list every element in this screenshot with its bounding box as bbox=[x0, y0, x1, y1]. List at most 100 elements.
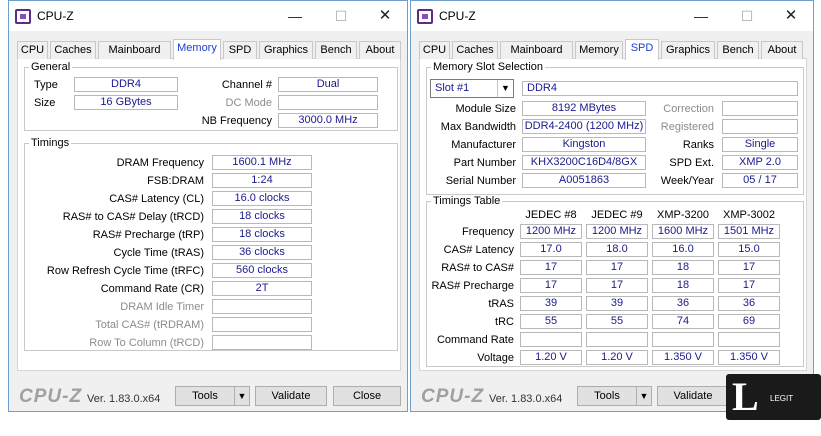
timings-row-label: RAS# Precharge bbox=[431, 280, 514, 292]
timings-cell: 18 bbox=[652, 278, 714, 293]
tab-mainboard[interactable]: Mainboard bbox=[500, 41, 573, 59]
bottom-bar: CPU-Z Ver. 1.83.0.x64 Tools ▼ Validate C… bbox=[9, 373, 407, 411]
close-icon[interactable]: ✕ bbox=[373, 7, 397, 25]
week-year-label: Week/Year bbox=[660, 175, 714, 187]
tools-dropdown-arrow-icon[interactable]: ▼ bbox=[636, 386, 652, 406]
tab-caches[interactable]: Caches bbox=[50, 41, 96, 59]
timing-value: 1600.1 MHz bbox=[212, 155, 312, 170]
timings-cell: 1501 MHz bbox=[718, 224, 780, 239]
title-bar[interactable]: CPU-Z — ☐ ✕ bbox=[9, 1, 407, 31]
timings-cell: 74 bbox=[652, 314, 714, 329]
timings-cell: 1.350 V bbox=[718, 350, 780, 365]
column-header: JEDEC #9 bbox=[591, 209, 643, 221]
timings-cell: 17 bbox=[586, 260, 648, 275]
validate-button[interactable]: Validate bbox=[255, 386, 327, 406]
minimize-icon[interactable]: — bbox=[283, 7, 307, 25]
tab-memory[interactable]: Memory bbox=[575, 41, 623, 59]
timings-cell: 69 bbox=[718, 314, 780, 329]
tab-bench[interactable]: Bench bbox=[717, 41, 759, 59]
timings-cell: 15.0 bbox=[718, 242, 780, 257]
timing-value: 2T bbox=[212, 281, 312, 296]
timings-cell: 39 bbox=[520, 296, 582, 311]
week-year-value: 05 / 17 bbox=[722, 173, 798, 188]
title-bar[interactable]: CPU-Z — ☐ ✕ bbox=[411, 1, 813, 31]
timing-label: DRAM Frequency bbox=[116, 157, 204, 169]
tools-button[interactable]: Tools bbox=[175, 386, 235, 406]
tab-about[interactable]: About bbox=[761, 41, 803, 59]
timing-value: 18 clocks bbox=[212, 227, 312, 242]
manufacturer-value: Kingston bbox=[522, 137, 646, 152]
timings-cell: 1200 MHz bbox=[520, 224, 582, 239]
timings-cell bbox=[586, 332, 648, 347]
spd-type-value: DDR4 bbox=[522, 81, 798, 96]
ranks-value: Single bbox=[722, 137, 798, 152]
timing-value bbox=[212, 317, 312, 332]
timing-value: 1:24 bbox=[212, 173, 312, 188]
part-number-value: KHX3200C16D4/8GX bbox=[522, 155, 646, 170]
spd-ext-value: XMP 2.0 bbox=[722, 155, 798, 170]
logo-subtext: LEGIT bbox=[770, 394, 794, 403]
timing-label: RAS# to CAS# Delay (tRCD) bbox=[62, 211, 204, 223]
cpuz-brand-logo: CPU-Z bbox=[19, 386, 83, 407]
tab-graphics[interactable]: Graphics bbox=[661, 41, 715, 59]
tab-cpu[interactable]: CPU bbox=[419, 41, 450, 59]
timings-cell: 17 bbox=[718, 260, 780, 275]
nb-frequency-label: NB Frequency bbox=[201, 115, 272, 127]
tab-graphics[interactable]: Graphics bbox=[259, 41, 313, 59]
slot-select[interactable]: Slot #1 ▼ bbox=[430, 79, 514, 98]
timings-row-label: tRC bbox=[495, 316, 514, 328]
timings-cell bbox=[520, 332, 582, 347]
timings-cell: 17 bbox=[520, 278, 582, 293]
close-icon[interactable]: ✕ bbox=[779, 7, 803, 25]
minimize-icon[interactable]: — bbox=[689, 7, 713, 25]
tab-about[interactable]: About bbox=[359, 41, 401, 59]
tab-spd[interactable]: SPD bbox=[625, 39, 659, 60]
dc-mode-label: DC Mode bbox=[225, 97, 272, 109]
serial-number-label: Serial Number bbox=[445, 175, 516, 187]
timings-cell: 1.20 V bbox=[586, 350, 648, 365]
timing-label: DRAM Idle Timer bbox=[120, 301, 204, 313]
max-bandwidth-value: DDR4-2400 (1200 MHz) bbox=[522, 119, 646, 134]
type-value: DDR4 bbox=[74, 77, 178, 92]
timing-label: RAS# Precharge (tRP) bbox=[92, 229, 204, 241]
timing-label: Total CAS# (tRDRAM) bbox=[95, 319, 204, 331]
close-button[interactable]: Close bbox=[333, 386, 401, 406]
tab-mainboard[interactable]: Mainboard bbox=[98, 41, 171, 59]
timings-cell: 55 bbox=[586, 314, 648, 329]
part-number-label: Part Number bbox=[453, 157, 516, 169]
timings-cell: 17 bbox=[586, 278, 648, 293]
maximize-icon[interactable]: ☐ bbox=[735, 7, 759, 25]
tools-dropdown-arrow-icon[interactable]: ▼ bbox=[234, 386, 250, 406]
tab-memory[interactable]: Memory bbox=[173, 39, 221, 60]
manufacturer-label: Manufacturer bbox=[451, 139, 516, 151]
timings-cell: 1600 MHz bbox=[652, 224, 714, 239]
tab-cpu[interactable]: CPU bbox=[17, 41, 48, 59]
timings-cell: 17 bbox=[520, 260, 582, 275]
column-header: XMP-3002 bbox=[723, 209, 775, 221]
cpuz-window-spd: CPU-Z — ☐ ✕ CPU Caches Mainboard Memory … bbox=[410, 0, 814, 412]
type-label: Type bbox=[34, 79, 58, 91]
registered-label: Registered bbox=[660, 121, 714, 133]
slot-dropdown-arrow-icon[interactable]: ▼ bbox=[497, 80, 513, 97]
timing-label: Cycle Time (tRAS) bbox=[113, 247, 204, 259]
timings-cell: 17.0 bbox=[520, 242, 582, 257]
tab-bench[interactable]: Bench bbox=[315, 41, 357, 59]
nb-frequency-value: 3000.0 MHz bbox=[278, 113, 378, 128]
maximize-icon[interactable]: ☐ bbox=[329, 7, 353, 25]
cpuz-app-icon bbox=[417, 9, 433, 24]
tab-caches[interactable]: Caches bbox=[452, 41, 498, 59]
validate-button[interactable]: Validate bbox=[657, 386, 729, 406]
timings-cell: 39 bbox=[586, 296, 648, 311]
tab-bar: CPU Caches Mainboard Memory SPD Graphics… bbox=[17, 39, 401, 60]
general-title: General bbox=[31, 61, 71, 73]
timings-cell bbox=[652, 332, 714, 347]
window-title: CPU-Z bbox=[37, 9, 74, 23]
logo-letter: L bbox=[732, 374, 759, 419]
tab-spd[interactable]: SPD bbox=[223, 41, 257, 59]
timings-cell: 1.20 V bbox=[520, 350, 582, 365]
timing-value: 16.0 clocks bbox=[212, 191, 312, 206]
timings-table-title: Timings Table bbox=[433, 195, 501, 207]
tools-button[interactable]: Tools bbox=[577, 386, 637, 406]
channel-label: Channel # bbox=[221, 79, 272, 91]
timing-label: Row To Column (tRCD) bbox=[89, 337, 204, 349]
